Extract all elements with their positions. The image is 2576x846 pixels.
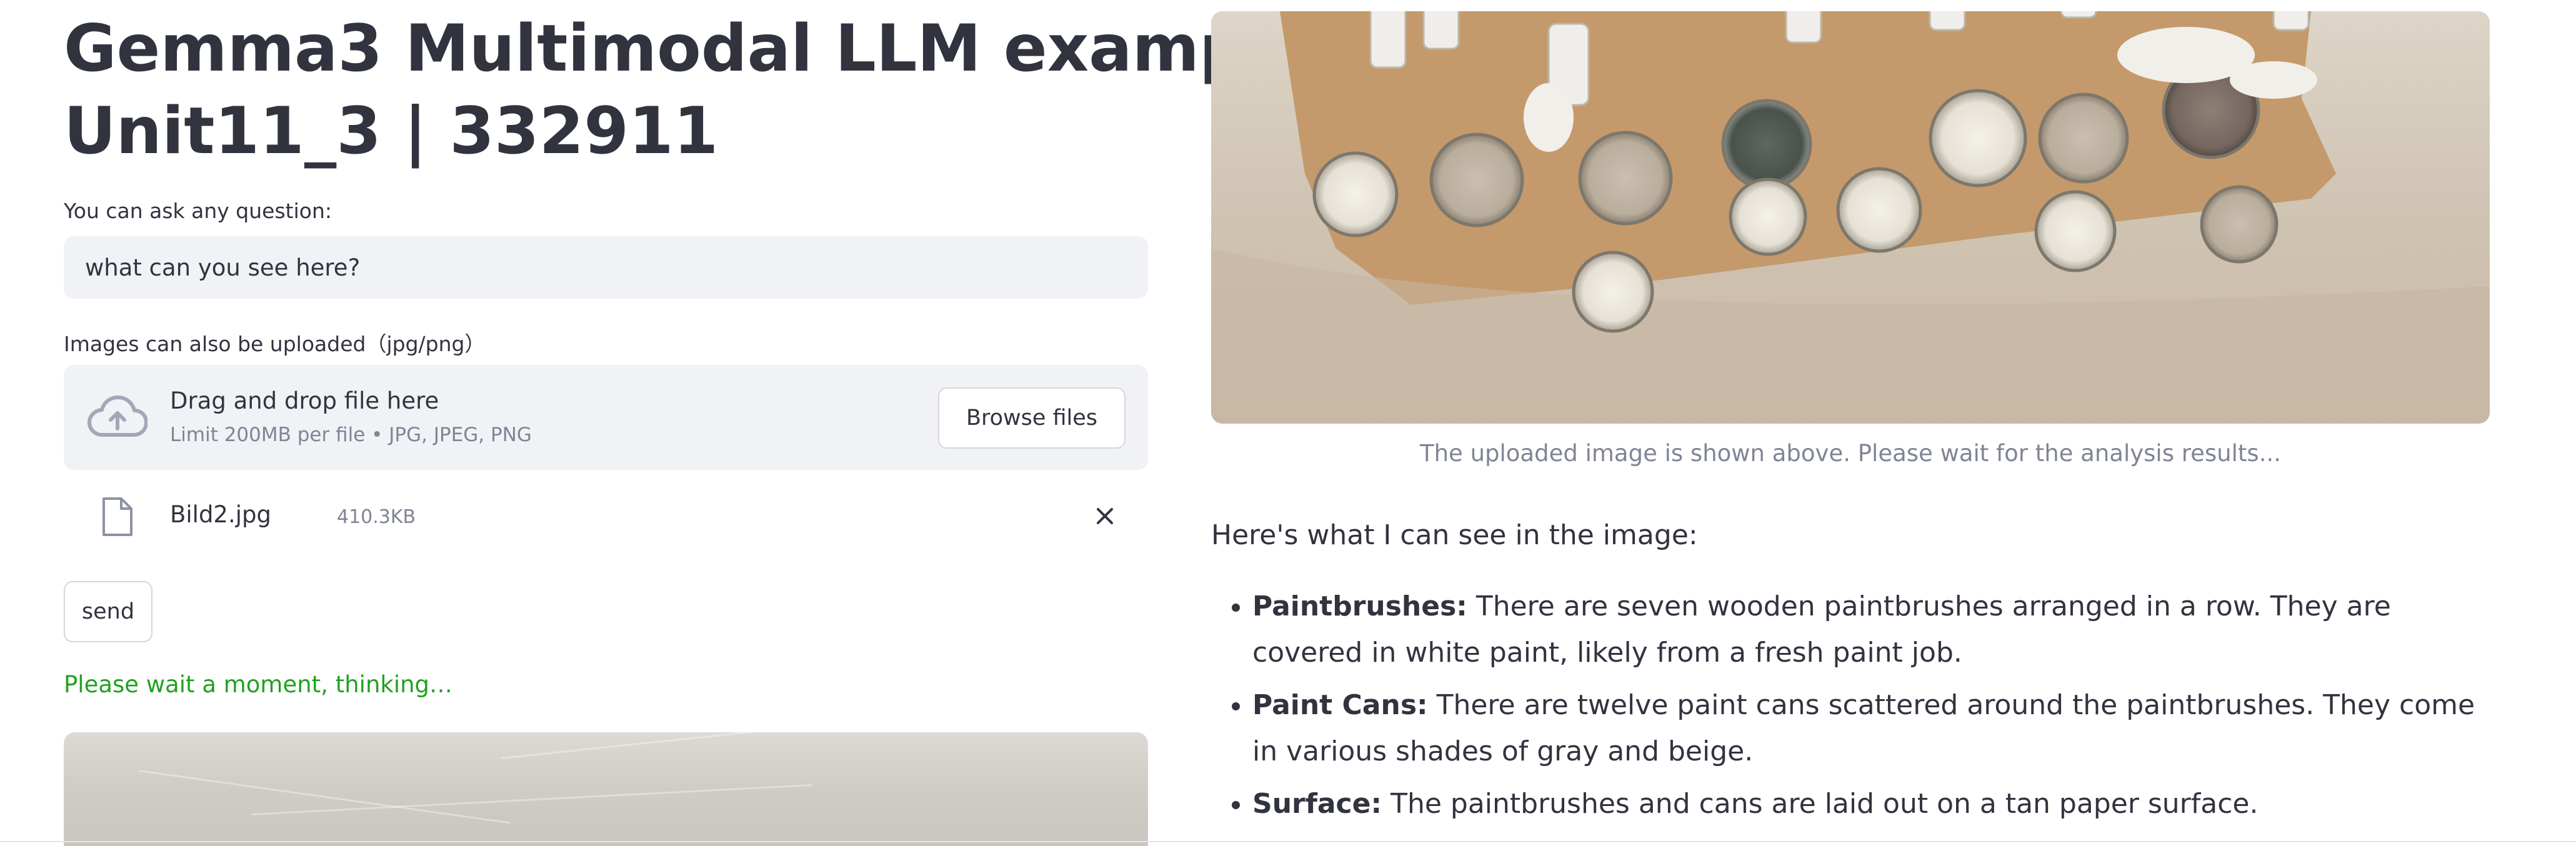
list-item-term: Surface: <box>1252 788 1382 820</box>
list-item: Surface: The paintbrushes and cans are l… <box>1252 781 2490 827</box>
analysis-list: Paintbrushes: There are seven wooden pai… <box>1211 584 2490 827</box>
app-page: Gemma3 Multimodal LLM examples Unit11_3 … <box>0 0 2576 846</box>
image-caption: The uploaded image is shown above. Pleas… <box>1420 440 2281 467</box>
file-icon <box>102 497 132 536</box>
page-title-line2: Unit11_3 | 332911 <box>64 94 719 169</box>
uploaded-image-preview <box>64 732 1148 846</box>
list-item-text: There are twelve paint cans scattered ar… <box>1252 689 2475 767</box>
dropzone-instructions: Drag and drop file here <box>170 387 439 414</box>
uploaded-file-name: Bild2.jpg <box>170 501 271 528</box>
close-icon[interactable] <box>1089 500 1121 532</box>
upload-label: Images can also be uploaded（jpg/png） <box>64 332 486 356</box>
uploaded-image <box>1211 11 2490 424</box>
question-input[interactable] <box>64 236 1148 299</box>
analysis-result: Here's what I can see in the image: Pain… <box>1211 512 2490 834</box>
paint-cans-photo <box>1211 11 2490 424</box>
dropzone-limit-text: Limit 200MB per file • JPG, JPEG, PNG <box>170 424 532 446</box>
list-item-text: The paintbrushes and cans are laid out o… <box>1382 788 2259 820</box>
right-column: The uploaded image is shown above. Pleas… <box>1211 0 2490 846</box>
send-button[interactable]: send <box>64 581 152 642</box>
page-title-line1: Gemma3 Multimodal LLM examples <box>64 11 1350 86</box>
file-dropzone[interactable]: Drag and drop file here Limit 200MB per … <box>64 365 1148 470</box>
analysis-intro: Here's what I can see in the image: <box>1211 519 1698 551</box>
list-item-term: Paint Cans: <box>1252 689 1428 721</box>
page-title: Gemma3 Multimodal LLM examples Unit11_3 … <box>64 7 1350 172</box>
cloud-upload-icon <box>87 396 147 437</box>
question-label: You can ask any question: <box>64 199 332 223</box>
uploaded-file-item: Bild2.jpg 410.3KB <box>64 491 1148 547</box>
browse-files-button[interactable]: Browse files <box>938 387 1126 449</box>
list-item-term: Paintbrushes: <box>1252 590 1467 622</box>
list-item: Paint Cans: There are twelve paint cans … <box>1252 682 2490 775</box>
uploaded-file-size: 410.3KB <box>337 506 416 528</box>
status-message: Please wait a moment, thinking… <box>64 671 453 698</box>
left-column: Gemma3 Multimodal LLM examples Unit11_3 … <box>64 0 1350 846</box>
list-item: Paintbrushes: There are seven wooden pai… <box>1252 584 2490 676</box>
bottom-divider <box>0 841 2576 842</box>
